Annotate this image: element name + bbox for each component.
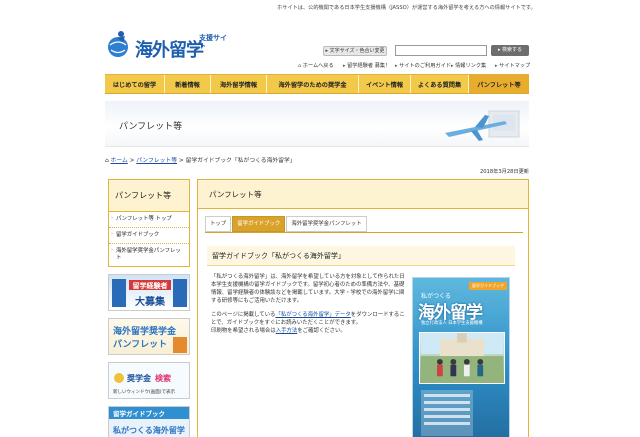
- page-wrapper: 海外留学 支援サイト ホサイトは、公的機関である日本学生支援機構（JASSO）が…: [105, 0, 536, 437]
- scholarship-search-image: 奨学金 検索 新しいウィンドウ(画面)で表示: [113, 373, 176, 395]
- cover-contents: [421, 390, 473, 436]
- print-text: 印刷物を希望される場合は: [211, 328, 276, 334]
- description-paragraph: 「私がつくる海外留学」は、海外留学を希望している方を対象として作られた日本学生支…: [211, 274, 405, 304]
- util-recruit-link[interactable]: ▸ 留学経験者 募集！: [343, 62, 390, 70]
- breadcrumb-pamphlets[interactable]: パンフレット等: [136, 158, 177, 164]
- util-guide-label: サイトのご利用ガイド: [399, 63, 451, 69]
- util-home-link[interactable]: ⌂ ホームへ戻る: [298, 62, 334, 70]
- description: 「私がつくる海外留学」は、海外留学を希望している方を対象として作られた日本学生支…: [211, 273, 406, 341]
- nav-news[interactable]: 新着情報: [165, 75, 211, 93]
- util-links-label: 情報リンク集: [455, 63, 487, 69]
- sidebar: パンフレット等 パンフレット等 トップ 留学ガイドブック 海外留学奨学金パンフレ…: [108, 179, 190, 437]
- cover-contents-line: [424, 415, 470, 418]
- cover-contents-line: [424, 394, 470, 397]
- guidebook-cover[interactable]: 留学ガイドブック 私がつくる 海外留学 独立行政法人 日本学生支援機構: [412, 277, 510, 437]
- search-input[interactable]: [395, 45, 487, 56]
- util-links-link[interactable]: ▸ 情報リンク集: [451, 62, 486, 70]
- download-paragraph: このページに掲載している「私がつくる海外留学」データをダウンロードすることで、ガ…: [211, 311, 406, 335]
- download-text: このページに掲載している: [211, 312, 276, 318]
- nav-faq[interactable]: よくある質問集: [411, 75, 469, 93]
- scholarship-pamphlet-banner[interactable]: 海外留学奨学金 パンフレット: [108, 318, 190, 355]
- nav-study-info[interactable]: 海外留学情報: [211, 75, 267, 93]
- sidebar-item-top[interactable]: パンフレット等 トップ: [109, 212, 189, 227]
- tab-top[interactable]: トップ: [205, 216, 232, 232]
- svg-text:私がつくる海外留学: 私がつくる海外留学: [112, 425, 185, 435]
- recruit-banner-image: 留学経験者 大募集: [112, 279, 187, 308]
- cover-contents-line: [424, 408, 470, 411]
- site-description: ホサイトは、公的機関である日本学生支援機構（JASSO）が運営する海外留学を考え…: [277, 5, 536, 11]
- updated-date: 2018年3月28日更新: [479, 169, 529, 175]
- util-guide-link[interactable]: ▸ サイトのご利用ガイド: [395, 62, 451, 70]
- content-tabs: トップ 留学ガイドブック 海外留学奨学金パンフレット: [205, 216, 368, 232]
- print-text-post: をご確認ください。: [297, 328, 346, 334]
- guidebook-banner-image: 留学ガイドブック 私がつくる海外留学: [109, 407, 189, 435]
- svg-text:検索: 検索: [155, 373, 171, 383]
- util-home-label: ホームへ戻る: [302, 63, 334, 69]
- util-recruit-label: 留学経験者 募集！: [347, 63, 391, 69]
- how-to-get-link[interactable]: 入手方法: [276, 328, 298, 334]
- svg-text:新しいウィンドウ(画面)で表示: 新しいウィンドウ(画面)で表示: [113, 388, 176, 395]
- nav-scholarships[interactable]: 海外留学のための奨学金: [267, 75, 359, 93]
- breadcrumb-separator: >: [178, 158, 184, 164]
- svg-text:奨学金: 奨学金: [126, 373, 152, 383]
- cover-contents-line: [424, 422, 470, 425]
- svg-text:留学ガイドブック: 留学ガイドブック: [113, 409, 165, 418]
- cover-publisher: 独立行政法人 日本学生支援機構: [421, 321, 483, 326]
- cover-contents-line: [424, 401, 470, 404]
- scholarship-pamphlet-image: 海外留学奨学金 パンフレット: [113, 325, 187, 353]
- svg-text:パンフレット: パンフレット: [113, 338, 167, 350]
- airplane-illustration-icon: [445, 110, 520, 141]
- svg-text:大募集: 大募集: [135, 295, 166, 308]
- cover-photo-image: [419, 332, 505, 384]
- breadcrumb-home[interactable]: ホーム: [111, 158, 128, 164]
- page-banner: パンフレット等: [105, 101, 529, 147]
- recruit-banner[interactable]: 留学経験者 大募集: [108, 274, 190, 311]
- logo-subtext: 支援サイト: [199, 34, 227, 50]
- site-logo[interactable]: 海外留学 支援サイト: [105, 28, 235, 68]
- breadcrumb: ⌂ ホーム > パンフレット等 > 留学ガイドブック「私がつくる海外留学」: [105, 155, 296, 165]
- guidebook-banner[interactable]: 留学ガイドブック 私がつくる海外留学: [108, 406, 190, 437]
- tab-divider: [205, 232, 523, 233]
- sidebar-item-guidebook[interactable]: 留学ガイドブック: [109, 227, 189, 243]
- logo-text: 海外留学: [135, 40, 204, 61]
- section-heading: 留学ガイドブック「私がつくる海外留学」: [207, 246, 515, 266]
- font-size-button[interactable]: ▸ 文字サイズ・色合い変更: [323, 46, 387, 56]
- sidebar-menu: パンフレット等 パンフレット等 トップ 留学ガイドブック 海外留学奨学金パンフレ…: [108, 179, 190, 267]
- scholarship-search-banner[interactable]: 奨学金 検索 新しいウィンドウ(画面)で表示: [108, 362, 190, 399]
- global-nav: はじめての留学 新着情報 海外留学情報 海外留学のための奨学金 イベント情報 よ…: [105, 74, 529, 94]
- sidebar-title: パンフレット等: [109, 180, 189, 212]
- search-button[interactable]: ▸ 検索する: [491, 45, 529, 56]
- breadcrumb-current: 留学ガイドブック「私がつくる海外留学」: [185, 158, 296, 164]
- tab-scholarship-pamphlet[interactable]: 海外留学奨学金パンフレット: [286, 216, 367, 232]
- main-title: パンフレット等: [198, 180, 528, 209]
- svg-text:留学経験者: 留学経験者: [133, 281, 168, 290]
- nav-pamphlets[interactable]: パンフレット等: [469, 75, 529, 93]
- nav-events[interactable]: イベント情報: [359, 75, 411, 93]
- sidebar-item-scholarship-pamphlet[interactable]: 海外留学奨学金パンフレット: [109, 243, 189, 266]
- page-title: パンフレット等: [119, 122, 183, 132]
- tab-guidebook[interactable]: 留学ガイドブック: [232, 216, 286, 232]
- main-content: パンフレット等 トップ 留学ガイドブック 海外留学奨学金パンフレット 留学ガイド…: [197, 179, 529, 437]
- globe-person-icon: [108, 31, 128, 57]
- svg-text:海外留学奨学金: 海外留学奨学金: [113, 325, 177, 337]
- cover-tag: 留学ガイドブック: [469, 282, 507, 290]
- util-sitemap-link[interactable]: ▸ サイトマップ: [495, 62, 530, 70]
- breadcrumb-separator: >: [129, 158, 135, 164]
- nav-first-study[interactable]: はじめての留学: [105, 75, 165, 93]
- util-sitemap-label: サイトマップ: [499, 63, 531, 69]
- guidebook-data-link[interactable]: 「私がつくる海外留学」データ: [275, 312, 350, 318]
